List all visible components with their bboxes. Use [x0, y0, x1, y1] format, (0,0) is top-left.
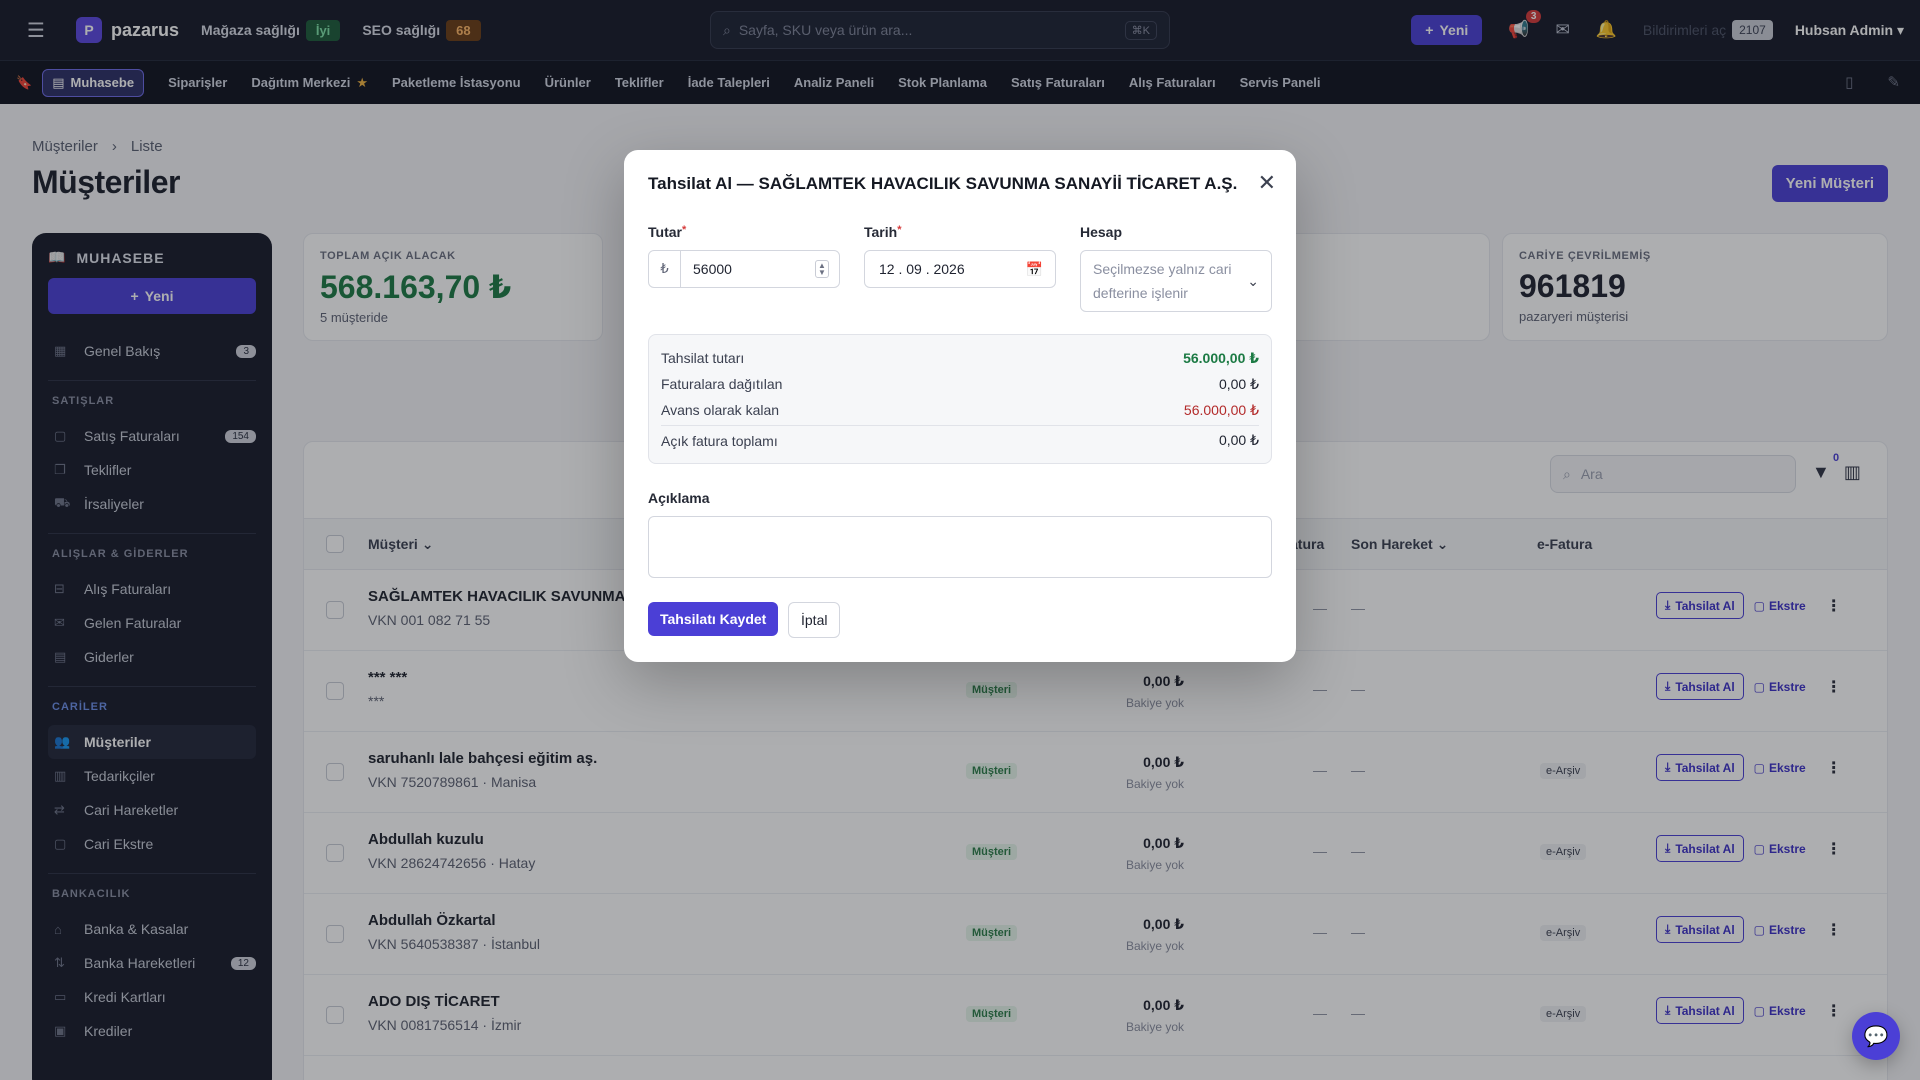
chat-icon[interactable]: 💬 [1852, 1012, 1900, 1060]
account-select[interactable]: Seçilmezse yalnız cari defterine işlenir… [1080, 250, 1272, 312]
modal-title: Tahsilat Al — SAĞLAMTEK HAVACILIK SAVUNM… [648, 174, 1238, 193]
close-icon[interactable]: ✕ [1258, 170, 1276, 196]
description-label: Açıklama [648, 490, 710, 506]
date-label-text: Tarih [864, 224, 898, 240]
summary-value: 0,00 ₺ [1218, 432, 1259, 448]
account-placeholder: Seçilmezse yalnız cari defterine işlenir [1093, 261, 1232, 301]
collection-modal: Tahsilat Al — SAĞLAMTEK HAVACILIK SAVUNM… [624, 150, 1296, 662]
summary-label: Avans olarak kalan [661, 402, 780, 418]
required-marker: * [681, 224, 687, 236]
required-marker: * [897, 224, 902, 236]
date-label: Tarih* [864, 224, 901, 240]
amount-label-text: Tutar [648, 224, 682, 240]
summary-label: Faturalara dağıtılan [661, 376, 783, 392]
summary-value: 0,00 ₺ [1218, 375, 1259, 392]
modal-backdrop-top [0, 0, 1920, 104]
date-value: 12 . 09 . 2026 [879, 261, 965, 277]
amount-value: 56000 [693, 261, 732, 277]
currency-prefix: ₺ [649, 251, 681, 287]
summary-label: Açık fatura toplamı [661, 432, 778, 449]
amount-field[interactable]: ₺ 56000 ▲ ▼ [648, 250, 840, 288]
description-textarea[interactable] [648, 516, 1272, 578]
calendar-icon[interactable]: 📅 [1026, 261, 1043, 278]
summary-row-open-invoices: Açık fatura toplamı 0,00 ₺ [661, 425, 1259, 451]
summary-row-amount: Tahsilat tutarı 56.000,00 ₺ [661, 345, 1259, 371]
summary-value: 56.000,00 ₺ [1183, 349, 1259, 366]
chevron-down-icon: ⌄ [1247, 273, 1259, 289]
stepper-icon[interactable]: ▲ ▼ [815, 260, 829, 278]
summary-row-advance: Avans olarak kalan 56.000,00 ₺ [661, 397, 1259, 423]
summary-row-distributed: Faturalara dağıtılan 0,00 ₺ [661, 371, 1259, 397]
collection-summary: Tahsilat tutarı 56.000,00 ₺ Faturalara da… [648, 334, 1272, 464]
account-label: Hesap [1080, 224, 1123, 240]
summary-label: Tahsilat tutarı [661, 350, 745, 366]
summary-value: 56.000,00 ₺ [1183, 401, 1259, 418]
amount-label: Tutar* [648, 224, 686, 240]
cancel-button[interactable]: İptal [788, 602, 841, 638]
save-collection-button[interactable]: Tahsilatı Kaydet [648, 602, 779, 636]
date-field[interactable]: 12 . 09 . 2026 📅 [864, 250, 1056, 288]
